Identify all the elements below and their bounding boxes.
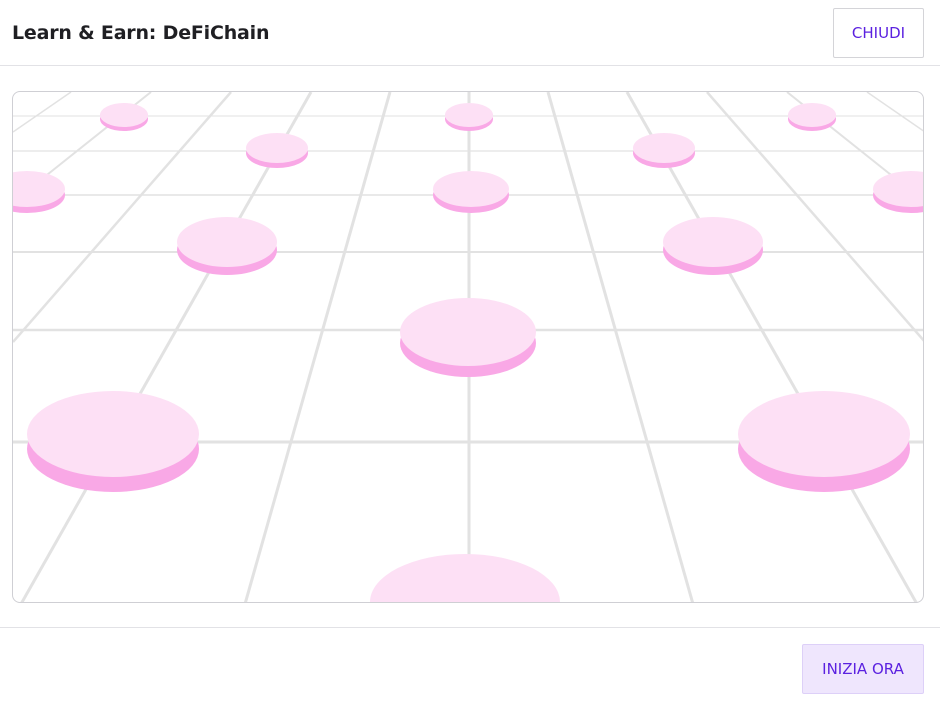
close-button[interactable]: CHIUDI <box>833 8 924 58</box>
dialog-footer: INIZIA ORA <box>0 627 940 705</box>
dialog-header: Learn & Earn: DeFiChain CHIUDI <box>0 0 940 66</box>
dialog-title: Learn & Earn: DeFiChain <box>12 22 270 44</box>
illustration-panel <box>12 91 924 603</box>
pink-coins-on-grid-icon <box>13 92 923 602</box>
start-now-button[interactable]: INIZIA ORA <box>802 644 924 694</box>
